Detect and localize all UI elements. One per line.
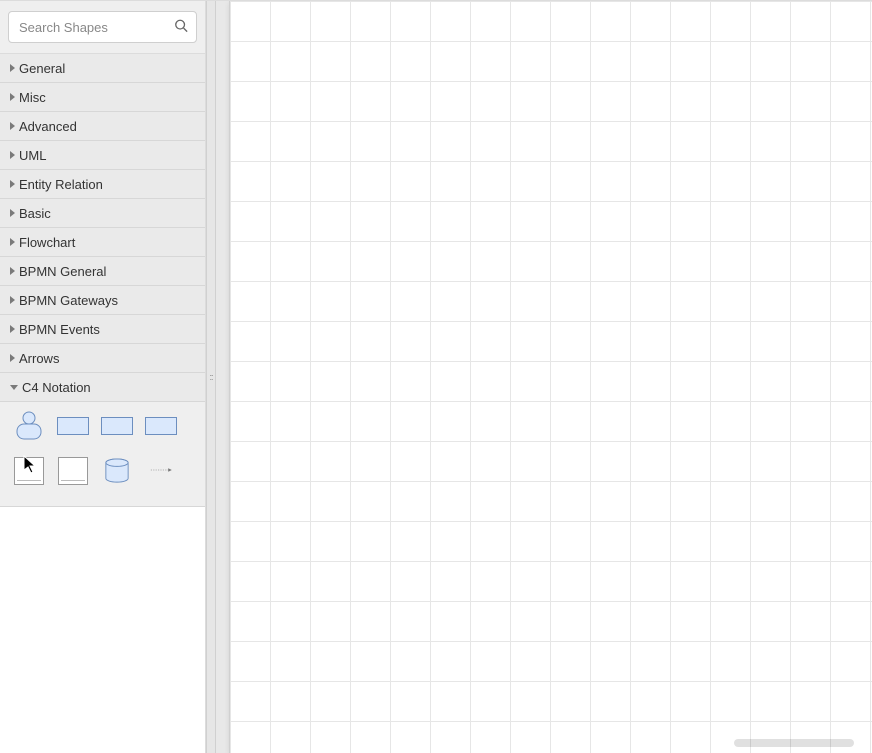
splitter-handle-icon: :: <box>209 375 212 379</box>
category-label: BPMN Events <box>19 322 100 337</box>
category-general[interactable]: General <box>0 54 205 83</box>
chevron-right-icon <box>10 64 15 72</box>
category-c4-notation[interactable]: C4 Notation <box>0 373 205 402</box>
category-label: Basic <box>19 206 51 221</box>
category-flowchart[interactable]: Flowchart <box>0 228 205 257</box>
category-bpmn-general[interactable]: BPMN General <box>0 257 205 286</box>
category-label: Misc <box>19 90 46 105</box>
shape-c4-relationship[interactable] <box>142 458 180 482</box>
c4-shapes-panel <box>0 402 205 507</box>
category-bpmn-gateways[interactable]: BPMN Gateways <box>0 286 205 315</box>
shape-c4-container[interactable] <box>98 414 136 438</box>
shape-c4-container-boundary[interactable] <box>54 458 92 482</box>
category-basic[interactable]: Basic <box>0 199 205 228</box>
category-label: UML <box>19 148 46 163</box>
chevron-right-icon <box>10 238 15 246</box>
chevron-right-icon <box>10 209 15 217</box>
category-advanced[interactable]: Advanced <box>0 112 205 141</box>
category-entity-relation[interactable]: Entity Relation <box>0 170 205 199</box>
chevron-right-icon <box>10 296 15 304</box>
chevron-right-icon <box>10 354 15 362</box>
shape-c4-database[interactable] <box>98 458 136 482</box>
search-container <box>0 1 205 54</box>
shape-c4-software-system[interactable] <box>54 414 92 438</box>
chevron-right-icon <box>10 180 15 188</box>
chevron-right-icon <box>10 325 15 333</box>
category-label: General <box>19 61 65 76</box>
shape-c4-system-boundary[interactable] <box>10 458 48 482</box>
category-label: BPMN Gateways <box>19 293 118 308</box>
canvas-area <box>216 1 872 753</box>
chevron-down-icon <box>10 385 18 390</box>
chevron-right-icon <box>10 151 15 159</box>
category-label: C4 Notation <box>22 380 91 395</box>
shapes-sidebar: General Misc Advanced UML Entity Relatio… <box>0 1 206 753</box>
category-uml[interactable]: UML <box>0 141 205 170</box>
search-box <box>8 11 197 43</box>
search-input[interactable] <box>9 20 196 35</box>
category-misc[interactable]: Misc <box>0 83 205 112</box>
shape-c4-person[interactable] <box>10 414 48 438</box>
category-arrows[interactable]: Arrows <box>0 344 205 373</box>
category-label: Entity Relation <box>19 177 103 192</box>
horizontal-scrollbar[interactable] <box>734 739 854 747</box>
sidebar-splitter[interactable]: :: <box>206 1 216 753</box>
chevron-right-icon <box>10 122 15 130</box>
chevron-right-icon <box>10 93 15 101</box>
shape-categories: General Misc Advanced UML Entity Relatio… <box>0 54 205 507</box>
sidebar-empty-area <box>0 507 205 753</box>
shape-c4-component[interactable] <box>142 414 180 438</box>
category-label: BPMN General <box>19 264 106 279</box>
chevron-right-icon <box>10 267 15 275</box>
category-label: Arrows <box>19 351 59 366</box>
category-label: Advanced <box>19 119 77 134</box>
category-bpmn-events[interactable]: BPMN Events <box>0 315 205 344</box>
category-label: Flowchart <box>19 235 75 250</box>
drawing-canvas[interactable] <box>230 1 872 753</box>
